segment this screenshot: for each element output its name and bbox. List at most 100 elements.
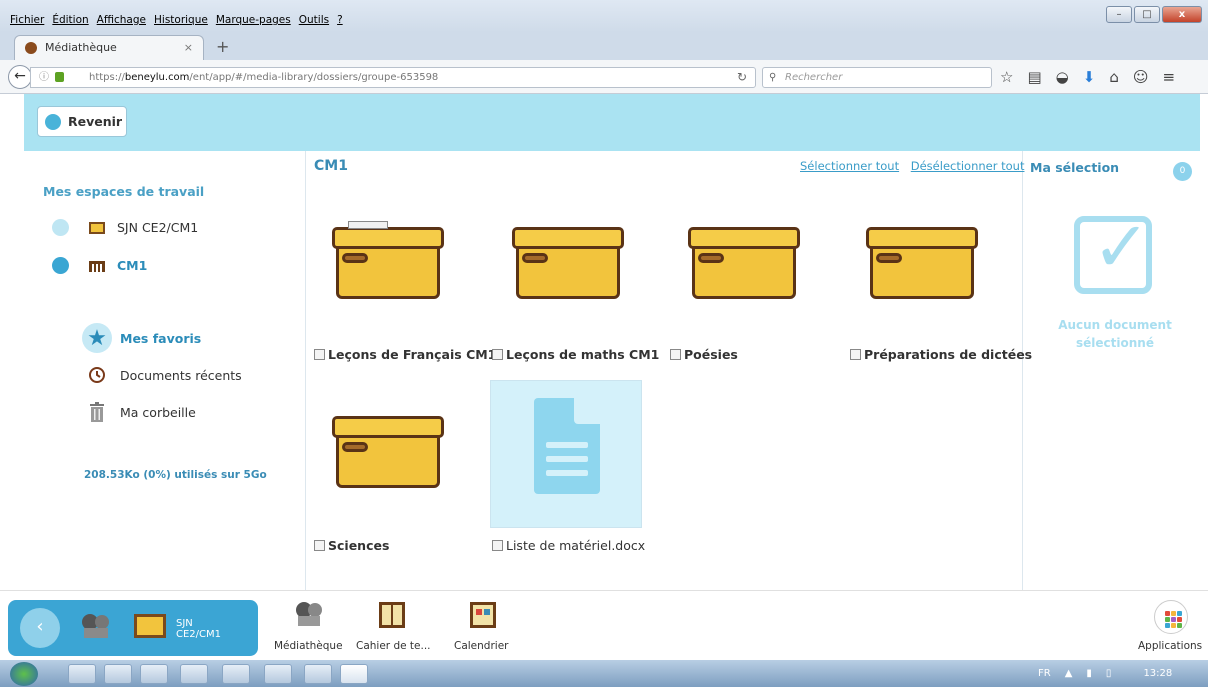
folder-checkbox[interactable] — [670, 349, 681, 360]
folder-checkbox[interactable] — [314, 349, 325, 360]
taskbar-clock-icon[interactable] — [304, 664, 332, 684]
back-button[interactable]: Revenir — [37, 106, 127, 137]
select-all-link[interactable]: Sélectionner tout — [800, 159, 899, 173]
info-icon[interactable]: ⓘ — [39, 68, 49, 87]
dock-app-calendrier[interactable]: Calendrier — [454, 640, 508, 652]
folder-icon[interactable] — [688, 227, 800, 299]
deselect-all-link[interactable]: Désélectionner tout — [911, 159, 1025, 173]
menu-bookmarks[interactable]: Marque-pages — [216, 14, 291, 26]
file-checkbox[interactable] — [492, 540, 503, 551]
taskbar-word-icon[interactable] — [222, 664, 250, 684]
url-path: /ent/app/#/media-library/dossiers/groupe… — [189, 72, 439, 83]
back-label: Revenir — [68, 114, 123, 129]
url-host: beneylu.com — [124, 72, 190, 83]
bookmark-star-icon[interactable]: ☆ — [1000, 68, 1013, 86]
folder-checkbox[interactable] — [314, 540, 325, 551]
folder-name: Poésies — [684, 347, 738, 362]
menu-file[interactable]: Fichier — [10, 14, 44, 26]
folder-checkbox[interactable] — [850, 349, 861, 360]
folder-item-label[interactable]: Leçons de Français CM1 — [314, 347, 496, 362]
folder-icon[interactable] — [866, 227, 978, 299]
folder-name: Leçons de maths CM1 — [506, 347, 660, 362]
trash-label: Ma corbeille — [120, 404, 196, 420]
hamburger-menu-icon[interactable]: ≡ — [1162, 68, 1175, 86]
close-tab-icon[interactable]: × — [184, 36, 193, 60]
taskbar-app-icon[interactable] — [264, 664, 292, 684]
media-library-icon — [296, 602, 322, 626]
sidebar-item-recent[interactable]: Documents récents — [82, 360, 242, 390]
bookmarks-list-icon[interactable]: ▤ — [1027, 68, 1041, 86]
maximize-button[interactable]: □ — [1134, 6, 1160, 23]
empty-selection-text: Aucun document sélectionné — [1058, 318, 1172, 350]
taskbar-explorer-icon[interactable] — [68, 664, 96, 684]
app-header — [24, 94, 1200, 151]
menu-bar: Fichier Édition Affichage Historique Mar… — [0, 0, 1208, 32]
applications-grid-icon[interactable] — [1154, 600, 1188, 634]
folder-icon[interactable] — [332, 416, 444, 488]
favorites-label: Mes favoris — [120, 330, 202, 346]
star-icon: ★ — [82, 323, 112, 353]
selection-links: Sélectionner tout Désélectionner tout — [800, 159, 1032, 173]
new-tab-icon[interactable]: + — [216, 37, 229, 56]
search-input[interactable]: ⚲ Rechercher — [762, 67, 992, 88]
taskbar-publisher-icon[interactable] — [140, 664, 168, 684]
folder-item-label[interactable]: Poésies — [670, 347, 738, 362]
recent-label: Documents récents — [120, 367, 242, 383]
sidebar-item-favorites[interactable]: ★ Mes favoris — [82, 323, 201, 353]
reload-icon[interactable]: ↻ — [737, 68, 747, 87]
browser-tab[interactable]: Médiathèque × — [14, 35, 204, 60]
url-bar[interactable]: ⓘ https://beneylu.com/ent/app/#/media-li… — [30, 67, 756, 88]
tray-arrow-icon[interactable]: ▲ — [1065, 668, 1073, 679]
taskbar-excel-icon[interactable] — [104, 664, 132, 684]
home-icon[interactable]: ⌂ — [1109, 68, 1119, 86]
sound-icon[interactable]: ▯ — [1106, 668, 1112, 679]
sidebar-item-trash[interactable]: Ma corbeille — [82, 397, 196, 427]
dock-app-mediatheque[interactable]: Médiathèque — [274, 640, 343, 652]
expand-icon[interactable] — [52, 257, 69, 274]
network-icon[interactable]: ▮ — [1086, 668, 1092, 679]
tab-bar: Médiathèque × + — [0, 32, 1208, 60]
notebook-icon — [379, 602, 405, 628]
trash-icon — [90, 402, 104, 422]
favicon-icon — [25, 42, 37, 54]
page-title: CM1 — [314, 158, 348, 174]
folder-item-label[interactable]: Préparations de dictées — [850, 347, 1032, 362]
workspace-item-cm1[interactable]: CM1 — [52, 257, 147, 274]
workspace-item-sjn[interactable]: SJN CE2/CM1 — [52, 219, 198, 236]
url-prefix: https:// — [89, 72, 125, 83]
menu-view[interactable]: Affichage — [97, 14, 146, 26]
folder-icon[interactable] — [512, 227, 624, 299]
folder-item-label[interactable]: Leçons de maths CM1 — [492, 347, 659, 362]
taskbar-firefox-icon[interactable] — [340, 664, 368, 684]
expand-icon[interactable] — [52, 219, 69, 236]
minimize-button[interactable]: – — [1106, 6, 1132, 23]
file-item-label[interactable]: Liste de matériel.docx — [492, 538, 645, 553]
start-button[interactable] — [10, 662, 38, 686]
taskbar-document-icon[interactable] — [180, 664, 208, 684]
browser-back-button[interactable]: ← — [8, 65, 32, 89]
folder-name: Leçons de Français CM1 — [328, 347, 497, 362]
clock-icon — [89, 367, 105, 383]
download-icon[interactable]: ⬇ — [1083, 68, 1096, 86]
clock-time[interactable]: 13:28 — [1143, 668, 1172, 679]
chat-icon[interactable]: ☺ — [1133, 68, 1149, 86]
file-name: Liste de matériel.docx — [506, 538, 646, 553]
menu-help[interactable]: ? — [337, 14, 343, 26]
close-window-button[interactable]: x — [1162, 6, 1202, 23]
menu-edit[interactable]: Édition — [52, 14, 88, 26]
dock-app-cahier[interactable]: Cahier de te... — [356, 640, 431, 652]
applications-label[interactable]: Applications — [1138, 640, 1202, 652]
folder-icon[interactable] — [332, 221, 444, 299]
folder-checkbox[interactable] — [492, 349, 503, 360]
menu-items: Fichier Édition Affichage Historique Mar… — [10, 14, 343, 26]
folder-item-label[interactable]: Sciences — [314, 538, 389, 553]
pocket-icon[interactable]: ◒ — [1056, 68, 1069, 86]
language-indicator[interactable]: FR — [1038, 668, 1051, 679]
checkmark-icon: ✓ — [1074, 206, 1152, 294]
menu-history[interactable]: Historique — [154, 14, 208, 26]
back-arrow-icon — [45, 114, 61, 130]
dock-back-button[interactable]: ‹ — [20, 608, 60, 648]
folder-name: Préparations de dictées — [864, 347, 1033, 362]
menu-tools[interactable]: Outils — [299, 14, 329, 26]
calendar-icon — [470, 602, 496, 628]
